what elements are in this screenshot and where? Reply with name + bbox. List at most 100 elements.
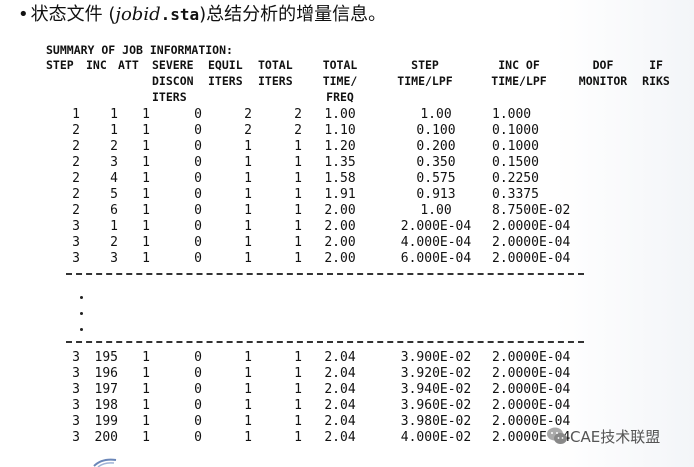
- cell-step-time: 0.100: [416, 123, 456, 138]
- cell-step-time: 4.000E-04: [400, 235, 472, 250]
- cell-step: 3: [72, 382, 80, 397]
- cell-total-iters: 1: [294, 430, 302, 445]
- cell-severe: 0: [194, 350, 202, 365]
- cell-inc-of-time: 0.3375: [492, 187, 539, 202]
- cell-att: 1: [142, 171, 150, 186]
- cell-inc: 5: [110, 187, 118, 202]
- table-row: 2 4 1 0 1 1 1.58 0.575 0.2250: [0, 171, 694, 187]
- divider-top: [66, 273, 584, 275]
- cell-step-time: 0.200: [416, 139, 456, 154]
- cell-severe: 0: [194, 414, 202, 429]
- cell-step-time: 6.000E-04: [400, 251, 472, 266]
- cell-att: 1: [142, 203, 150, 218]
- cell-total-iters: 1: [294, 366, 302, 381]
- cell-inc: 200: [94, 430, 118, 445]
- cell-step-time: 2.000E-04: [400, 219, 472, 234]
- cell-inc: 195: [94, 350, 118, 365]
- cell-equil: 1: [244, 430, 252, 445]
- cell-total-iters: 1: [294, 251, 302, 266]
- cell-equil: 2: [244, 107, 252, 122]
- header-severe-discon-iters: SEVERE DISCON ITERS: [152, 58, 194, 104]
- cell-severe: 0: [194, 107, 202, 122]
- cell-total-time: 2.04: [324, 366, 356, 381]
- cell-inc: 6: [110, 203, 118, 218]
- summary-title: SUMMARY OF JOB INFORMATION:: [46, 43, 233, 57]
- cell-inc-of-time: 0.2250: [492, 171, 539, 186]
- cell-att: 1: [142, 382, 150, 397]
- cell-equil: 1: [244, 350, 252, 365]
- cell-total-time: 2.04: [324, 430, 356, 445]
- heading-suffix: )总结分析的增量信息。: [199, 4, 387, 25]
- cell-total-time: 2.04: [324, 398, 356, 413]
- cell-total-iters: 2: [294, 107, 302, 122]
- cell-total-time: 2.04: [324, 414, 356, 429]
- cell-total-time: 2.00: [324, 219, 356, 234]
- cell-step: 2: [72, 203, 80, 218]
- cell-step: 3: [72, 219, 80, 234]
- cell-att: 1: [142, 430, 150, 445]
- header-inc-of-time: INC OF TIME/LPF: [491, 58, 547, 88]
- cell-total-iters: 1: [294, 382, 302, 397]
- cell-step-time: 3.900E-02: [400, 350, 472, 365]
- table-row: 2 2 1 0 1 1 1.20 0.200 0.1000: [0, 139, 694, 155]
- cell-step: 3: [72, 398, 80, 413]
- cell-inc: 4: [110, 171, 118, 186]
- cell-inc-of-time: 2.0000E-04: [492, 366, 571, 381]
- table-row: 3 195 1 0 1 1 2.04 3.900E-02 2.0000E-04: [0, 350, 694, 366]
- heading-prefix: 状态文件 (: [30, 4, 116, 25]
- cell-step: 3: [72, 366, 80, 381]
- cell-step-time: 0.913: [416, 187, 456, 202]
- cell-severe: 0: [194, 219, 202, 234]
- cell-att: 1: [142, 414, 150, 429]
- header-inc: INC: [86, 58, 107, 72]
- cell-total-time: 2.00: [324, 251, 356, 266]
- cell-total-time: 1.20: [324, 139, 356, 154]
- watermark: CAE技术联盟: [540, 424, 690, 450]
- cell-equil: 1: [244, 171, 252, 186]
- header-equil-iters: EQUIL ITERS: [208, 58, 243, 88]
- cell-step-time: 3.980E-02: [400, 414, 472, 429]
- cell-step: 2: [72, 187, 80, 202]
- cell-equil: 1: [244, 155, 252, 170]
- cell-step: 3: [72, 350, 80, 365]
- cell-step-time: 3.940E-02: [400, 382, 472, 397]
- header-step-time: STEP TIME/LPF: [397, 58, 453, 88]
- table-row: 3 196 1 0 1 1 2.04 3.920E-02 2.0000E-04: [0, 366, 694, 382]
- cell-total-time: 1.35: [324, 155, 356, 170]
- cell-total-iters: 1: [294, 203, 302, 218]
- watermark-text: CAE技术联盟: [570, 428, 661, 446]
- table-row: 3 198 1 0 1 1 2.04 3.960E-02 2.0000E-04: [0, 398, 694, 414]
- cell-total-iters: 1: [294, 398, 302, 413]
- cell-severe: 0: [194, 187, 202, 202]
- table-row: 3 3 1 0 1 1 2.00 6.000E-04 2.0000E-04: [0, 251, 694, 267]
- decorative-swirl-icon: [93, 458, 117, 467]
- heading-ext: .sta: [160, 5, 200, 24]
- cell-inc-of-time: 0.1000: [492, 123, 539, 138]
- cell-step-time: 4.000E-02: [400, 430, 472, 445]
- table-row: 2 6 1 0 1 1 2.00 1.00 8.7500E-02: [0, 203, 694, 219]
- cell-severe: 0: [194, 203, 202, 218]
- page-heading: • 状态文件 (jobid.sta)总结分析的增量信息。: [18, 2, 386, 28]
- cell-severe: 0: [194, 366, 202, 381]
- cell-total-iters: 1: [294, 139, 302, 154]
- cell-step: 2: [72, 123, 80, 138]
- cell-equil: 2: [244, 123, 252, 138]
- cell-att: 1: [142, 155, 150, 170]
- cell-inc-of-time: 1.000: [492, 107, 532, 122]
- cell-step-time: 3.920E-02: [400, 366, 472, 381]
- cell-inc: 1: [110, 219, 118, 234]
- cell-step-time: 1.00: [420, 107, 452, 122]
- cell-total-iters: 1: [294, 235, 302, 250]
- header-if-riks: IF RIKS: [642, 58, 670, 88]
- cell-inc-of-time: 2.0000E-04: [492, 350, 571, 365]
- cell-att: 1: [142, 235, 150, 250]
- cell-severe: 0: [194, 123, 202, 138]
- cell-total-iters: 1: [294, 155, 302, 170]
- cell-severe: 0: [194, 430, 202, 445]
- cell-severe: 0: [194, 382, 202, 397]
- cell-att: 1: [142, 187, 150, 202]
- cell-step: 3: [72, 414, 80, 429]
- header-att: ATT: [118, 58, 139, 72]
- cell-step: 3: [72, 430, 80, 445]
- header-total-time: TOTAL TIME/ FREQ: [322, 58, 358, 104]
